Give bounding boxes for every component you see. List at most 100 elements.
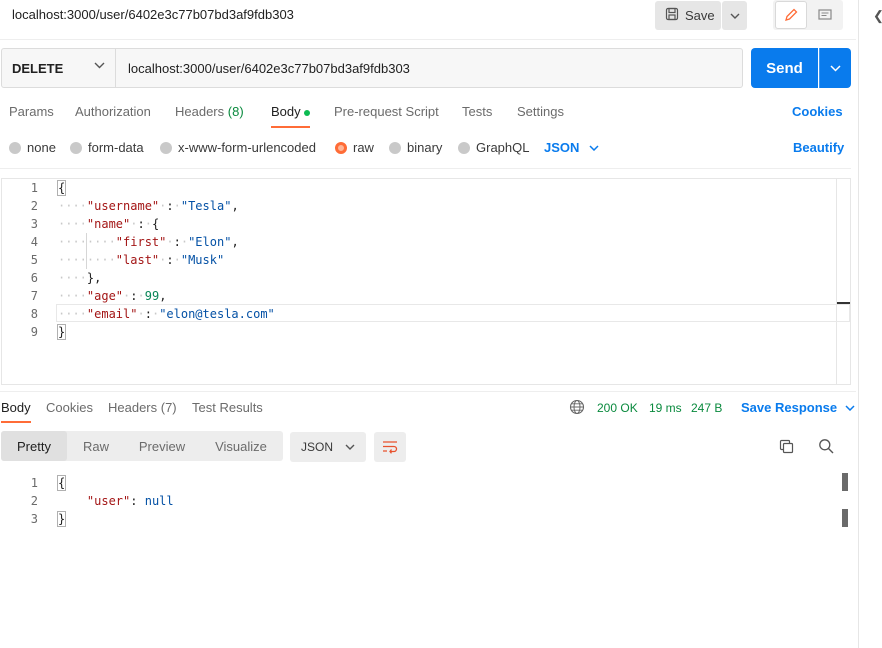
save-button[interactable]: Save (655, 1, 721, 30)
request-title: localhost:3000/user/6402e3c77b07bd3af9fd… (12, 7, 294, 22)
response-size[interactable]: 247 B (691, 401, 722, 415)
response-scrollbar-marker[interactable] (842, 509, 848, 527)
line-number: 3 (30, 217, 38, 231)
line-number: 5 (30, 253, 38, 267)
view-visualize[interactable]: Visualize (203, 431, 279, 461)
radio-circle (160, 141, 172, 154)
response-code-line: } (56, 511, 67, 527)
save-response-button[interactable]: Save Response (741, 400, 855, 415)
view-preview[interactable]: Preview (128, 431, 196, 461)
radio-form-data[interactable]: form-data (70, 140, 144, 155)
response-scrollbar-marker[interactable] (842, 473, 848, 491)
response-value: null (144, 494, 174, 508)
editor-scrollbar[interactable] (836, 179, 851, 384)
format-label: JSON (301, 440, 334, 454)
radio-label: none (27, 140, 56, 155)
tab-params[interactable]: Params (9, 104, 54, 119)
code-line: ········"first"·:·"Elon", (58, 235, 239, 249)
comments-button[interactable] (811, 1, 839, 29)
chevron-down-icon (830, 64, 841, 72)
globe-icon[interactable] (569, 399, 585, 415)
tab-tests[interactable]: Tests (462, 104, 492, 119)
chevron-down-icon (345, 444, 355, 450)
radio-raw[interactable]: raw (335, 140, 374, 155)
radio-label: x-www-form-urlencoded (178, 140, 316, 155)
radio-none[interactable]: none (9, 140, 56, 155)
response-code-line: "user": null (86, 494, 174, 508)
chevron-left-icon[interactable]: ❮ (873, 8, 882, 24)
response-tab-test-results[interactable]: Test Results (192, 400, 263, 415)
right-sidebar-rail (858, 0, 882, 648)
code-line: ····"username"·:·"Tesla", (58, 199, 239, 213)
response-code-line: { (56, 475, 67, 491)
chevron-down-icon (845, 404, 855, 411)
radio-urlencoded[interactable]: x-www-form-urlencoded (160, 140, 316, 155)
pencil-icon (785, 8, 798, 21)
tab-body[interactable]: Body (271, 104, 301, 119)
code-line: ····"age"·:·99, (58, 289, 167, 303)
radio-label: form-data (88, 140, 144, 155)
tab-headers-label: Headers (175, 104, 225, 119)
active-tab-indicator (271, 126, 310, 128)
tab-authorization[interactable]: Authorization (75, 104, 151, 119)
code-line: ····"name"·:·{ (58, 217, 160, 231)
line-number: 6 (30, 271, 38, 285)
line-number: 9 (30, 325, 38, 339)
wrap-lines-icon (383, 441, 398, 454)
edit-button[interactable] (775, 1, 807, 29)
divider (0, 391, 856, 392)
divider (0, 168, 851, 169)
line-number: 1 (30, 476, 38, 490)
radio-label: raw (353, 140, 374, 155)
wrap-lines-button[interactable] (374, 432, 406, 462)
copy-icon[interactable] (779, 439, 794, 454)
headers-count: (8) (227, 104, 244, 119)
response-format-select[interactable]: JSON (290, 432, 366, 462)
tab-prerequest-script[interactable]: Pre-request Script (334, 104, 439, 119)
code-line: ····"email"·:·"elon@tesla.com" (58, 307, 275, 321)
line-number: 2 (30, 199, 38, 213)
active-tab-indicator (1, 421, 31, 423)
line-number: 1 (30, 181, 38, 195)
response-tab-cookies[interactable]: Cookies (46, 400, 93, 415)
send-options-button[interactable] (819, 48, 851, 88)
chevron-down-icon (730, 13, 739, 19)
tab-headers[interactable]: Headers (8) (175, 104, 244, 119)
save-options-button[interactable] (722, 1, 747, 30)
radio-circle-selected (335, 141, 347, 154)
tab-settings[interactable]: Settings (517, 104, 564, 119)
code-line: } (56, 324, 67, 340)
chevron-down-icon (94, 62, 105, 69)
radio-circle (70, 141, 82, 154)
response-time[interactable]: 19 ms (649, 401, 682, 415)
url-input[interactable] (117, 49, 741, 87)
radio-label: GraphQL (476, 140, 530, 155)
radio-label: binary (407, 140, 443, 155)
body-language-select[interactable]: JSON (544, 140, 599, 155)
radio-circle (389, 141, 401, 154)
save-label: Save (685, 8, 715, 23)
code-line: ········"last"·:·"Musk" (58, 253, 225, 267)
line-number: 2 (30, 494, 38, 508)
cookies-link[interactable]: Cookies (792, 104, 843, 119)
search-icon[interactable] (818, 438, 834, 454)
cursor-marker (837, 302, 850, 304)
body-indicator-dot (304, 110, 310, 116)
response-tab-headers[interactable]: Headers (7) (108, 400, 177, 415)
response-tab-body[interactable]: Body (1, 400, 31, 415)
radio-graphql[interactable]: GraphQL (458, 140, 529, 155)
view-raw[interactable]: Raw (70, 431, 122, 461)
chevron-down-icon (589, 144, 599, 151)
comment-icon (818, 8, 832, 20)
line-number: 4 (30, 235, 38, 249)
radio-circle (458, 141, 470, 154)
save-icon (665, 7, 679, 24)
line-number: 3 (30, 512, 38, 526)
response-key: "user" (86, 494, 131, 508)
radio-binary[interactable]: binary (389, 140, 442, 155)
save-response-label: Save Response (741, 400, 838, 415)
send-button[interactable]: Send (751, 48, 818, 88)
status-code[interactable]: 200 OK (597, 401, 638, 415)
view-pretty[interactable]: Pretty (1, 431, 67, 461)
beautify-link[interactable]: Beautify (793, 140, 844, 155)
